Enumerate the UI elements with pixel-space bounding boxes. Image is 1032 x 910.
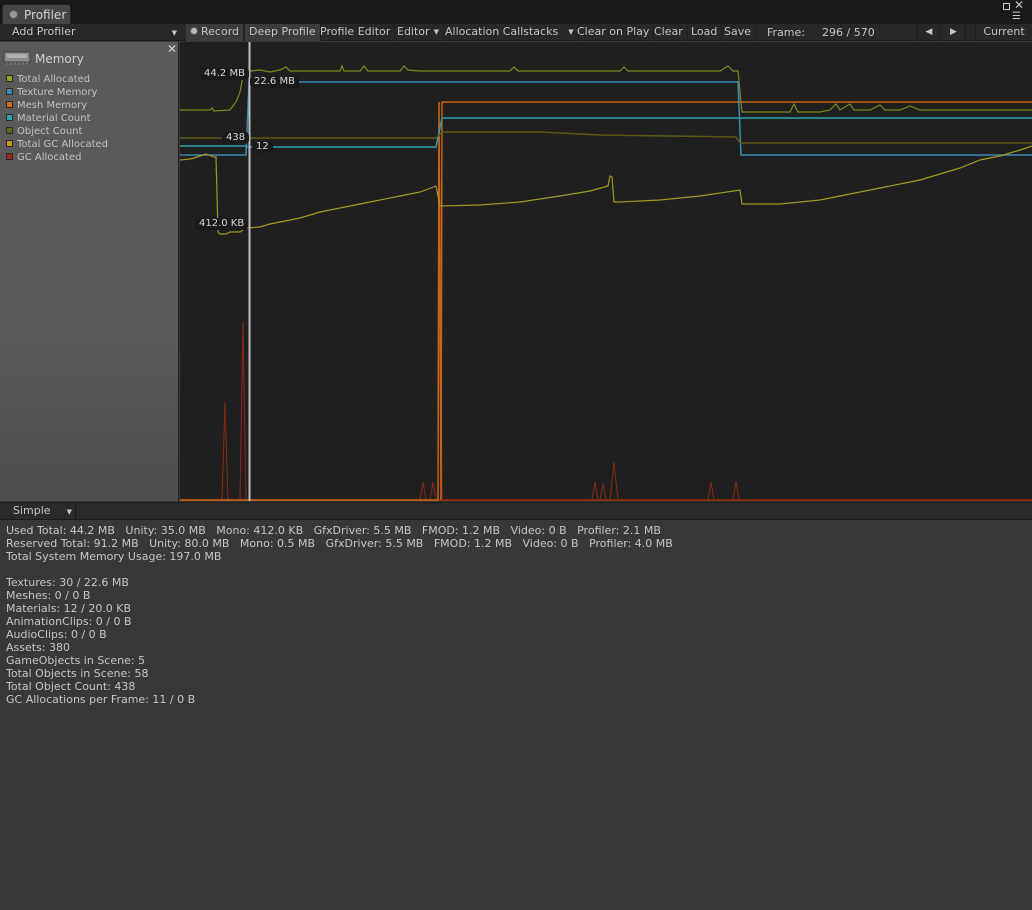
total-allocated-value-label: 44.2 MB [200,68,249,80]
legend-item-label: Total Allocated [17,74,91,85]
clear-label: Clear [654,25,683,38]
legend-item-label: Material Count [17,113,91,124]
record-icon [190,27,198,35]
chevron-down-icon: ▼ [171,29,177,37]
legend-item[interactable]: Mesh Memory [6,99,87,112]
clear-on-play-label: Clear on Play [577,25,650,38]
maximize-icon[interactable] [1003,3,1010,10]
legend-color-swatch [6,140,13,147]
close-icon[interactable]: ✕ [1014,0,1024,11]
record-button[interactable]: Record [186,24,245,41]
legend-item[interactable]: Object Count [6,125,82,138]
legend-color-swatch [6,114,13,121]
add-profiler-dropdown[interactable]: Add Profiler ▼ [0,24,180,41]
meshes-line: Meshes: 0 / 0 B [6,589,91,602]
profiler-toolbar: Add Profiler ▼ Record Deep Profile Profi… [0,24,1032,41]
tab-profiler[interactable]: Profiler [2,4,71,24]
window-menu-icon[interactable]: ☰ [1012,12,1021,22]
legend-item-label: Total GC Allocated [17,139,109,150]
memory-chip-icon [3,51,31,65]
system-usage-line: Total System Memory Usage: 197.0 MB [6,550,222,563]
window-tab-bar: Profiler ✕ ☰ [0,0,1032,24]
current-frame-button[interactable]: Current [975,24,1032,41]
legend-color-swatch [6,153,13,160]
legend-item-label: Texture Memory [17,87,98,98]
legend-item[interactable]: Material Count [6,112,91,125]
legend-item-label: GC Allocated [17,152,82,163]
legend-item-label: Object Count [17,126,83,137]
record-label: Record [201,25,240,38]
view-mode-dropdown[interactable]: Simple ▼ [6,503,76,520]
tab-title: Profiler [24,8,67,22]
gc-allocations-line: GC Allocations per Frame: 11 / 0 B [6,693,196,706]
frame-label: Frame: [767,26,805,39]
legend-title: Memory [35,52,84,66]
target-label: Editor [397,25,430,38]
legend-item[interactable]: Texture Memory [6,86,97,99]
save-label: Save [724,25,752,38]
materials-line: Materials: 12 / 20.0 KB [6,602,132,615]
textures-line: Textures: 30 / 22.6 MB [6,576,129,589]
material-count-value-label: 12 [252,141,273,153]
save-button[interactable]: Save [720,24,757,41]
used-total-line: Used Total: 44.2 MB Unity: 35.0 MB Mono:… [6,524,661,537]
current-label: Current [983,25,1025,38]
deep-profile-button[interactable]: Deep Profile [245,24,321,41]
load-label: Load [691,25,718,38]
legend-color-swatch [6,127,13,134]
assets-line: Assets: 380 [6,641,70,654]
load-button[interactable]: Load [687,24,723,41]
clear-on-play-button[interactable]: Clear on Play [573,24,655,41]
triangle-right-icon: ▶ [950,27,957,37]
deep-profile-label: Deep Profile [249,25,316,38]
legend-item[interactable]: GC Allocated [6,151,81,164]
next-frame-button[interactable]: ▶ [942,24,966,41]
allocation-callstacks-label: Allocation Callstacks [445,25,559,38]
texture-memory-value-label: 22.6 MB [250,76,299,88]
legend-item[interactable]: Total GC Allocated [6,138,108,151]
close-icon[interactable]: ✕ [167,42,177,56]
frame-counter: 296 / 570 [822,26,875,39]
total-objects-line: Total Objects in Scene: 58 [6,667,149,680]
audio-clips-line: AudioClips: 0 / 0 B [6,628,107,641]
animation-clips-line: AnimationClips: 0 / 0 B [6,615,132,628]
chevron-down-icon: ▼ [66,508,72,516]
profile-editor-label: Profile Editor [320,25,391,38]
allocation-callstacks-dropdown[interactable]: Allocation Callstacks ▼ [441,24,579,41]
object-count-value-label: 438 [222,132,250,144]
legend-item[interactable]: Total Allocated [6,73,90,86]
memory-graph[interactable]: 44.2 MB 22.6 MB 438 12 412.0 KB [180,42,1032,501]
chevron-down-icon: ▼ [433,28,439,36]
memory-details-panel: Used Total: 44.2 MB Unity: 35.0 MB Mono:… [0,521,1032,910]
legend-item-label: Mesh Memory [17,100,88,111]
clear-button[interactable]: Clear [650,24,688,41]
legend-color-swatch [6,75,13,82]
legend-color-swatch [6,88,13,95]
gc-total-value-label: 412.0 KB [195,218,249,230]
profiler-icon [9,10,18,19]
previous-frame-button[interactable]: ◀ [917,24,941,41]
triangle-left-icon: ◀ [925,27,933,37]
gameobjects-line: GameObjects in Scene: 5 [6,654,146,667]
view-mode-label: Simple [13,504,51,517]
add-profiler-label: Add Profiler [12,25,76,38]
target-dropdown[interactable]: Editor ▼ [393,24,444,41]
memory-legend-panel: Memory ✕ Total Allocated Texture Memory Me… [0,42,179,501]
object-count-line: Total Object Count: 438 [6,680,136,693]
profile-editor-button[interactable]: Profile Editor [316,24,396,41]
details-view-bar: Simple ▼ [0,502,1032,520]
reserved-total-line: Reserved Total: 91.2 MB Unity: 80.0 MB M… [6,537,673,550]
memory-graph-plot [180,42,1032,501]
legend-color-swatch [6,101,13,108]
